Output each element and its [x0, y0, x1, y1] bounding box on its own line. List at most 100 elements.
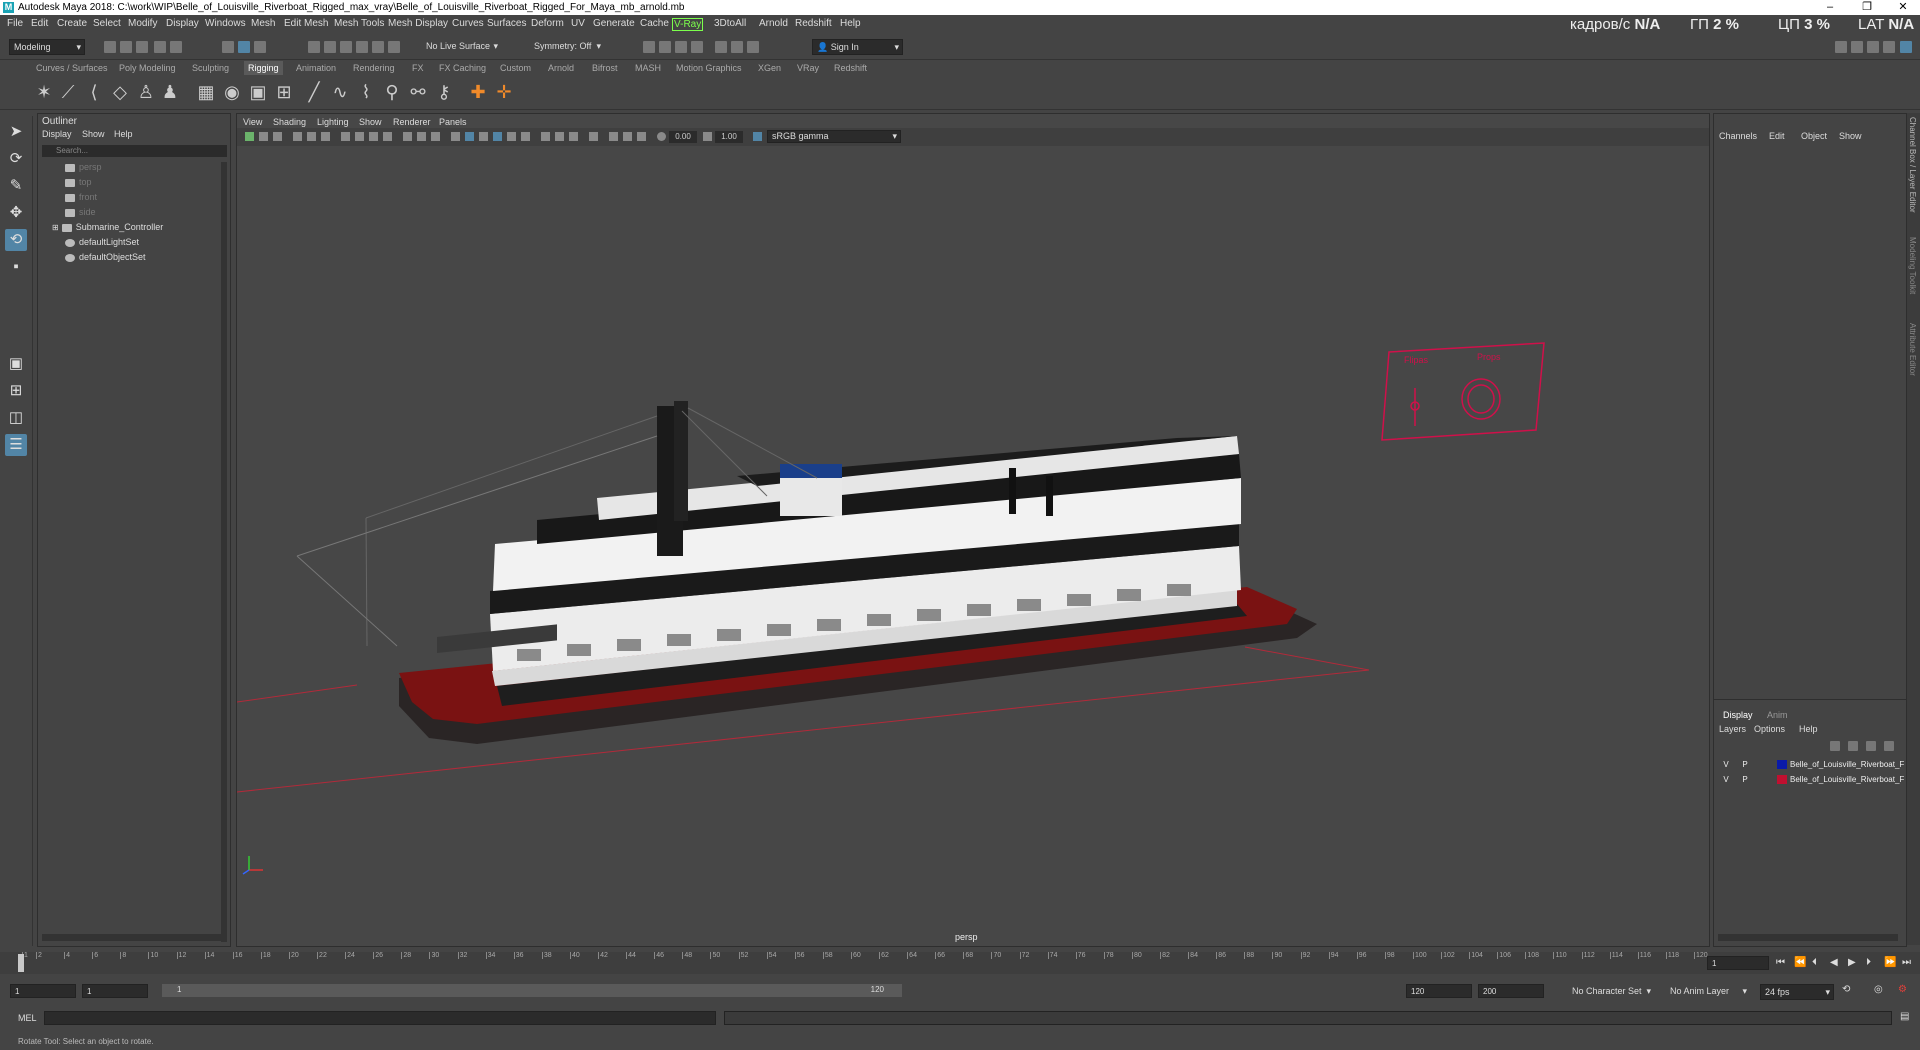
outliner-layout-icon[interactable]: ☰: [5, 434, 27, 456]
toggle-panels-icon[interactable]: [1851, 41, 1863, 53]
viewport-menu-show[interactable]: Show: [359, 117, 382, 127]
wrap-deformer-icon[interactable]: ⊞: [274, 82, 294, 102]
gamma-icon[interactable]: [703, 132, 712, 141]
wireframe-icon[interactable]: [451, 132, 460, 141]
help-menu[interactable]: Help: [1799, 724, 1818, 734]
locator-icon[interactable]: ✚: [468, 82, 488, 102]
live-surface-dropdown[interactable]: No Live Surface: [422, 39, 501, 53]
open-scene-icon[interactable]: [120, 41, 132, 53]
outliner-menu-help[interactable]: Help: [114, 129, 133, 139]
color-space-dropdown[interactable]: sRGB gamma: [767, 130, 901, 143]
textured-icon[interactable]: [493, 132, 502, 141]
shelf-tab-vray[interactable]: VRay: [797, 63, 819, 73]
menu-generate[interactable]: Generate: [593, 18, 635, 29]
select-camera-icon[interactable]: [245, 132, 254, 141]
snap-surface-icon[interactable]: [372, 41, 384, 53]
viewport-menu-shading[interactable]: Shading: [273, 117, 306, 127]
scene-start-field[interactable]: 1: [10, 984, 76, 998]
shelf-tab-mash[interactable]: MASH: [635, 63, 661, 73]
scale-tool-icon[interactable]: ▪: [5, 256, 27, 278]
shelf-tab-animation[interactable]: Animation: [296, 63, 336, 73]
xray-icon[interactable]: [609, 132, 618, 141]
shelf-tab-sculpting[interactable]: Sculpting: [192, 63, 229, 73]
save-scene-icon[interactable]: [136, 41, 148, 53]
expand-icon[interactable]: ⊞: [52, 223, 59, 232]
sign-in-dropdown[interactable]: 👤 Sign In: [812, 39, 903, 55]
outliner-menu-show[interactable]: Show: [82, 129, 105, 139]
default-material-icon[interactable]: [479, 132, 488, 141]
exposure-icon[interactable]: [657, 132, 666, 141]
mode-dropdown[interactable]: Modeling: [9, 39, 85, 55]
step-forward-key-icon[interactable]: ⏩: [1884, 957, 1896, 968]
step-forward-frame-icon[interactable]: ⏵: [1866, 957, 1871, 968]
shelf-tab-curves-surfaces[interactable]: Curves / Surfaces: [36, 63, 108, 73]
gamma-field[interactable]: 1.00: [715, 131, 743, 143]
lasso-tool-icon[interactable]: ⟳: [5, 148, 27, 170]
quick-rig-icon[interactable]: ♙: [136, 82, 156, 102]
safe-title-icon[interactable]: [431, 132, 440, 141]
shelf-tab-xgen[interactable]: XGen: [758, 63, 781, 73]
shelf-tab-poly-modeling[interactable]: Poly Modeling: [119, 63, 176, 73]
side-tab-attribute-editor[interactable]: Attribute Editor: [1908, 323, 1917, 376]
visibility-toggle[interactable]: V: [1721, 773, 1731, 786]
ik-spline-icon[interactable]: ∿: [330, 82, 350, 102]
anim-layer-dropdown[interactable]: No Anim Layer: [1666, 984, 1750, 998]
layers-menu[interactable]: Layers: [1719, 724, 1746, 734]
outliner-menu-display[interactable]: Display: [42, 129, 72, 139]
display-layer-row[interactable]: V P Belle_of_Louisville_Riverboat_F: [1718, 773, 1904, 786]
menu-edit-mesh[interactable]: Edit Mesh: [284, 18, 328, 29]
outliner-item-top[interactable]: top: [65, 177, 92, 187]
display-layer-row[interactable]: V P Belle_of_Louisville_Riverboat_F: [1718, 758, 1904, 771]
menu-redshift[interactable]: Redshift: [795, 18, 832, 29]
outliner-item-side[interactable]: side: [65, 207, 96, 217]
layer-color-swatch[interactable]: [1777, 775, 1787, 784]
render-frame-icon[interactable]: [643, 41, 655, 53]
paint-select-icon[interactable]: ✎: [5, 175, 27, 197]
playback-toggle[interactable]: P: [1740, 758, 1750, 771]
redo-icon[interactable]: [170, 41, 182, 53]
rig-control-board[interactable]: Flipas Props: [1381, 342, 1545, 441]
shelf-tab-motion-graphics[interactable]: Motion Graphics: [676, 63, 742, 73]
viewport-panel[interactable]: View Shading Lighting Show Renderer Pane…: [236, 113, 1710, 947]
snap-point-icon[interactable]: [340, 41, 352, 53]
menu-file[interactable]: File: [7, 18, 23, 29]
aim-constraint-icon[interactable]: ⚲: [382, 82, 402, 102]
viewport-menu-lighting[interactable]: Lighting: [317, 117, 349, 127]
image-plane-icon[interactable]: [293, 132, 302, 141]
outliner-vertical-scrollbar[interactable]: [221, 162, 227, 942]
step-back-frame-icon[interactable]: ⏴: [1812, 957, 1817, 968]
anti-aliasing-icon[interactable]: [569, 132, 578, 141]
point-constraint-icon[interactable]: ⌇: [356, 82, 376, 102]
menu-deform[interactable]: Deform: [531, 18, 564, 29]
screen-space-ao-icon[interactable]: [541, 132, 550, 141]
shelf-tab-rigging[interactable]: Rigging: [244, 61, 283, 75]
range-slider[interactable]: 1 120: [162, 984, 902, 997]
viewport-menu-renderer[interactable]: Renderer: [393, 117, 431, 127]
menu-curves[interactable]: Curves: [452, 18, 484, 29]
object-menu[interactable]: Object: [1801, 131, 1827, 141]
tab-anim[interactable]: Anim: [1767, 710, 1788, 720]
menu-cache[interactable]: Cache: [640, 18, 669, 29]
scene-end-field[interactable]: 200: [1478, 984, 1544, 998]
play-backwards-icon[interactable]: ◀: [1830, 957, 1838, 968]
select-object-icon[interactable]: [238, 41, 250, 53]
scene-view[interactable]: Flipas Props: [237, 146, 1709, 946]
snap-view-icon[interactable]: [356, 41, 368, 53]
menu-help[interactable]: Help: [840, 18, 861, 29]
workspace-icon[interactable]: [1835, 41, 1847, 53]
visibility-toggle[interactable]: V: [1721, 758, 1731, 771]
viewport-menu-view[interactable]: View: [243, 117, 262, 127]
humanik-icon[interactable]: ♟: [160, 82, 180, 102]
orient-constraint-icon[interactable]: ⚯: [408, 82, 428, 102]
move-tool-icon[interactable]: ✥: [5, 202, 27, 224]
shelf-tab-rendering[interactable]: Rendering: [353, 63, 395, 73]
insert-joint-icon[interactable]: ⟋: [58, 82, 78, 102]
outliner-search-input[interactable]: Search...: [42, 145, 227, 157]
color-management-icon[interactable]: [753, 132, 762, 141]
menu-modify[interactable]: Modify: [128, 18, 157, 29]
tab-display[interactable]: Display: [1723, 710, 1753, 720]
render-view-icon[interactable]: [715, 41, 727, 53]
rotate-tool-icon[interactable]: ⟲: [5, 229, 27, 251]
four-view-layout-icon[interactable]: ⊞: [5, 380, 27, 402]
playback-end-field[interactable]: 120: [1406, 984, 1472, 998]
